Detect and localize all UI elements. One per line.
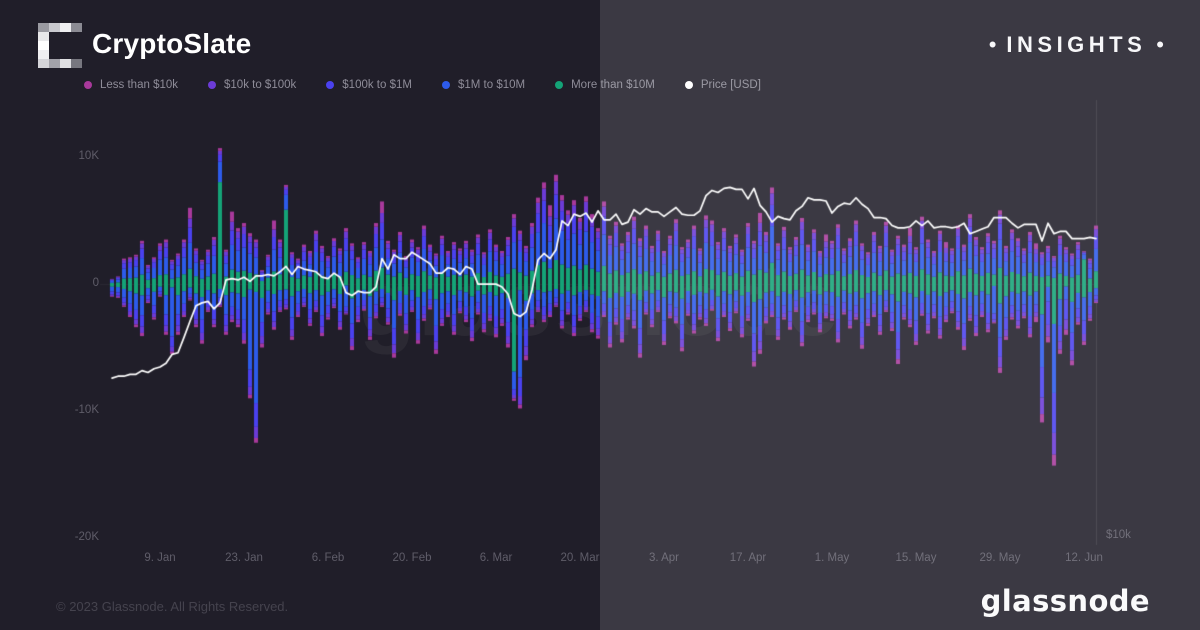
legend-label: $100k to $1M — [342, 79, 412, 91]
x-axis-label: 23. Jan — [225, 552, 263, 564]
y-axis-label: -20K — [37, 531, 99, 543]
legend-dot-icon — [555, 81, 563, 89]
bullet-icon: • — [989, 34, 997, 56]
x-axis-label: 12. Jun — [1065, 552, 1103, 564]
legend-item: Price [USD] — [685, 79, 761, 91]
y-axis-label: -10K — [37, 404, 99, 416]
y-axis-label: 0 — [37, 277, 99, 289]
cryptoslate-logo-icon — [38, 23, 82, 68]
legend-label: $1M to $10M — [458, 79, 525, 91]
x-axis-label: 15. May — [896, 552, 937, 564]
x-axis-label: 9. Jan — [144, 552, 175, 564]
legend-dot-icon — [442, 81, 450, 89]
x-axis-label: 1. May — [815, 552, 850, 564]
legend-dot-icon — [208, 81, 216, 89]
x-axis-label: 6. Mar — [480, 552, 513, 564]
legend-item: $10k to $100k — [208, 79, 296, 91]
glassnode-wordmark: glassnode — [981, 584, 1150, 618]
x-axis-label: 3. Apr — [649, 552, 679, 564]
legend-label: Price [USD] — [701, 79, 761, 91]
netflow-chart-canvas — [0, 0, 1200, 630]
legend-item: $100k to $1M — [326, 79, 412, 91]
bullet-icon: • — [1156, 34, 1164, 56]
legend-item: $1M to $10M — [442, 79, 525, 91]
copyright-text: © 2023 Glassnode. All Rights Reserved. — [56, 599, 288, 614]
x-axis-label: 20. Mar — [561, 552, 600, 564]
legend-label: More than $10M — [571, 79, 655, 91]
insight-card: glassnode 10K 0 -10K -20K 9. Jan 23. Jan 6. F… — [0, 0, 1200, 630]
x-axis-label: 6. Feb — [312, 552, 345, 564]
legend-dot-icon — [685, 81, 693, 89]
legend-dot-icon — [326, 81, 334, 89]
price-axis-tick: $10k — [1106, 529, 1131, 541]
legend-item: Less than $10k — [84, 79, 178, 91]
x-axis-label: 17. Apr — [730, 552, 766, 564]
legend-label: $10k to $100k — [224, 79, 296, 91]
brand-title: CryptoSlate — [92, 28, 251, 60]
insights-badge: • INSIGHTS • — [989, 32, 1164, 58]
legend: Less than $10k $10k to $100k $100k to $1M $… — [84, 79, 761, 91]
legend-item: More than $10M — [555, 79, 655, 91]
y-axis-label: 10K — [37, 150, 99, 162]
legend-dot-icon — [84, 81, 92, 89]
x-axis-label: 29. May — [980, 552, 1021, 564]
legend-label: Less than $10k — [100, 79, 178, 91]
insights-label: INSIGHTS — [1006, 32, 1146, 58]
x-axis-label: 20. Feb — [393, 552, 432, 564]
